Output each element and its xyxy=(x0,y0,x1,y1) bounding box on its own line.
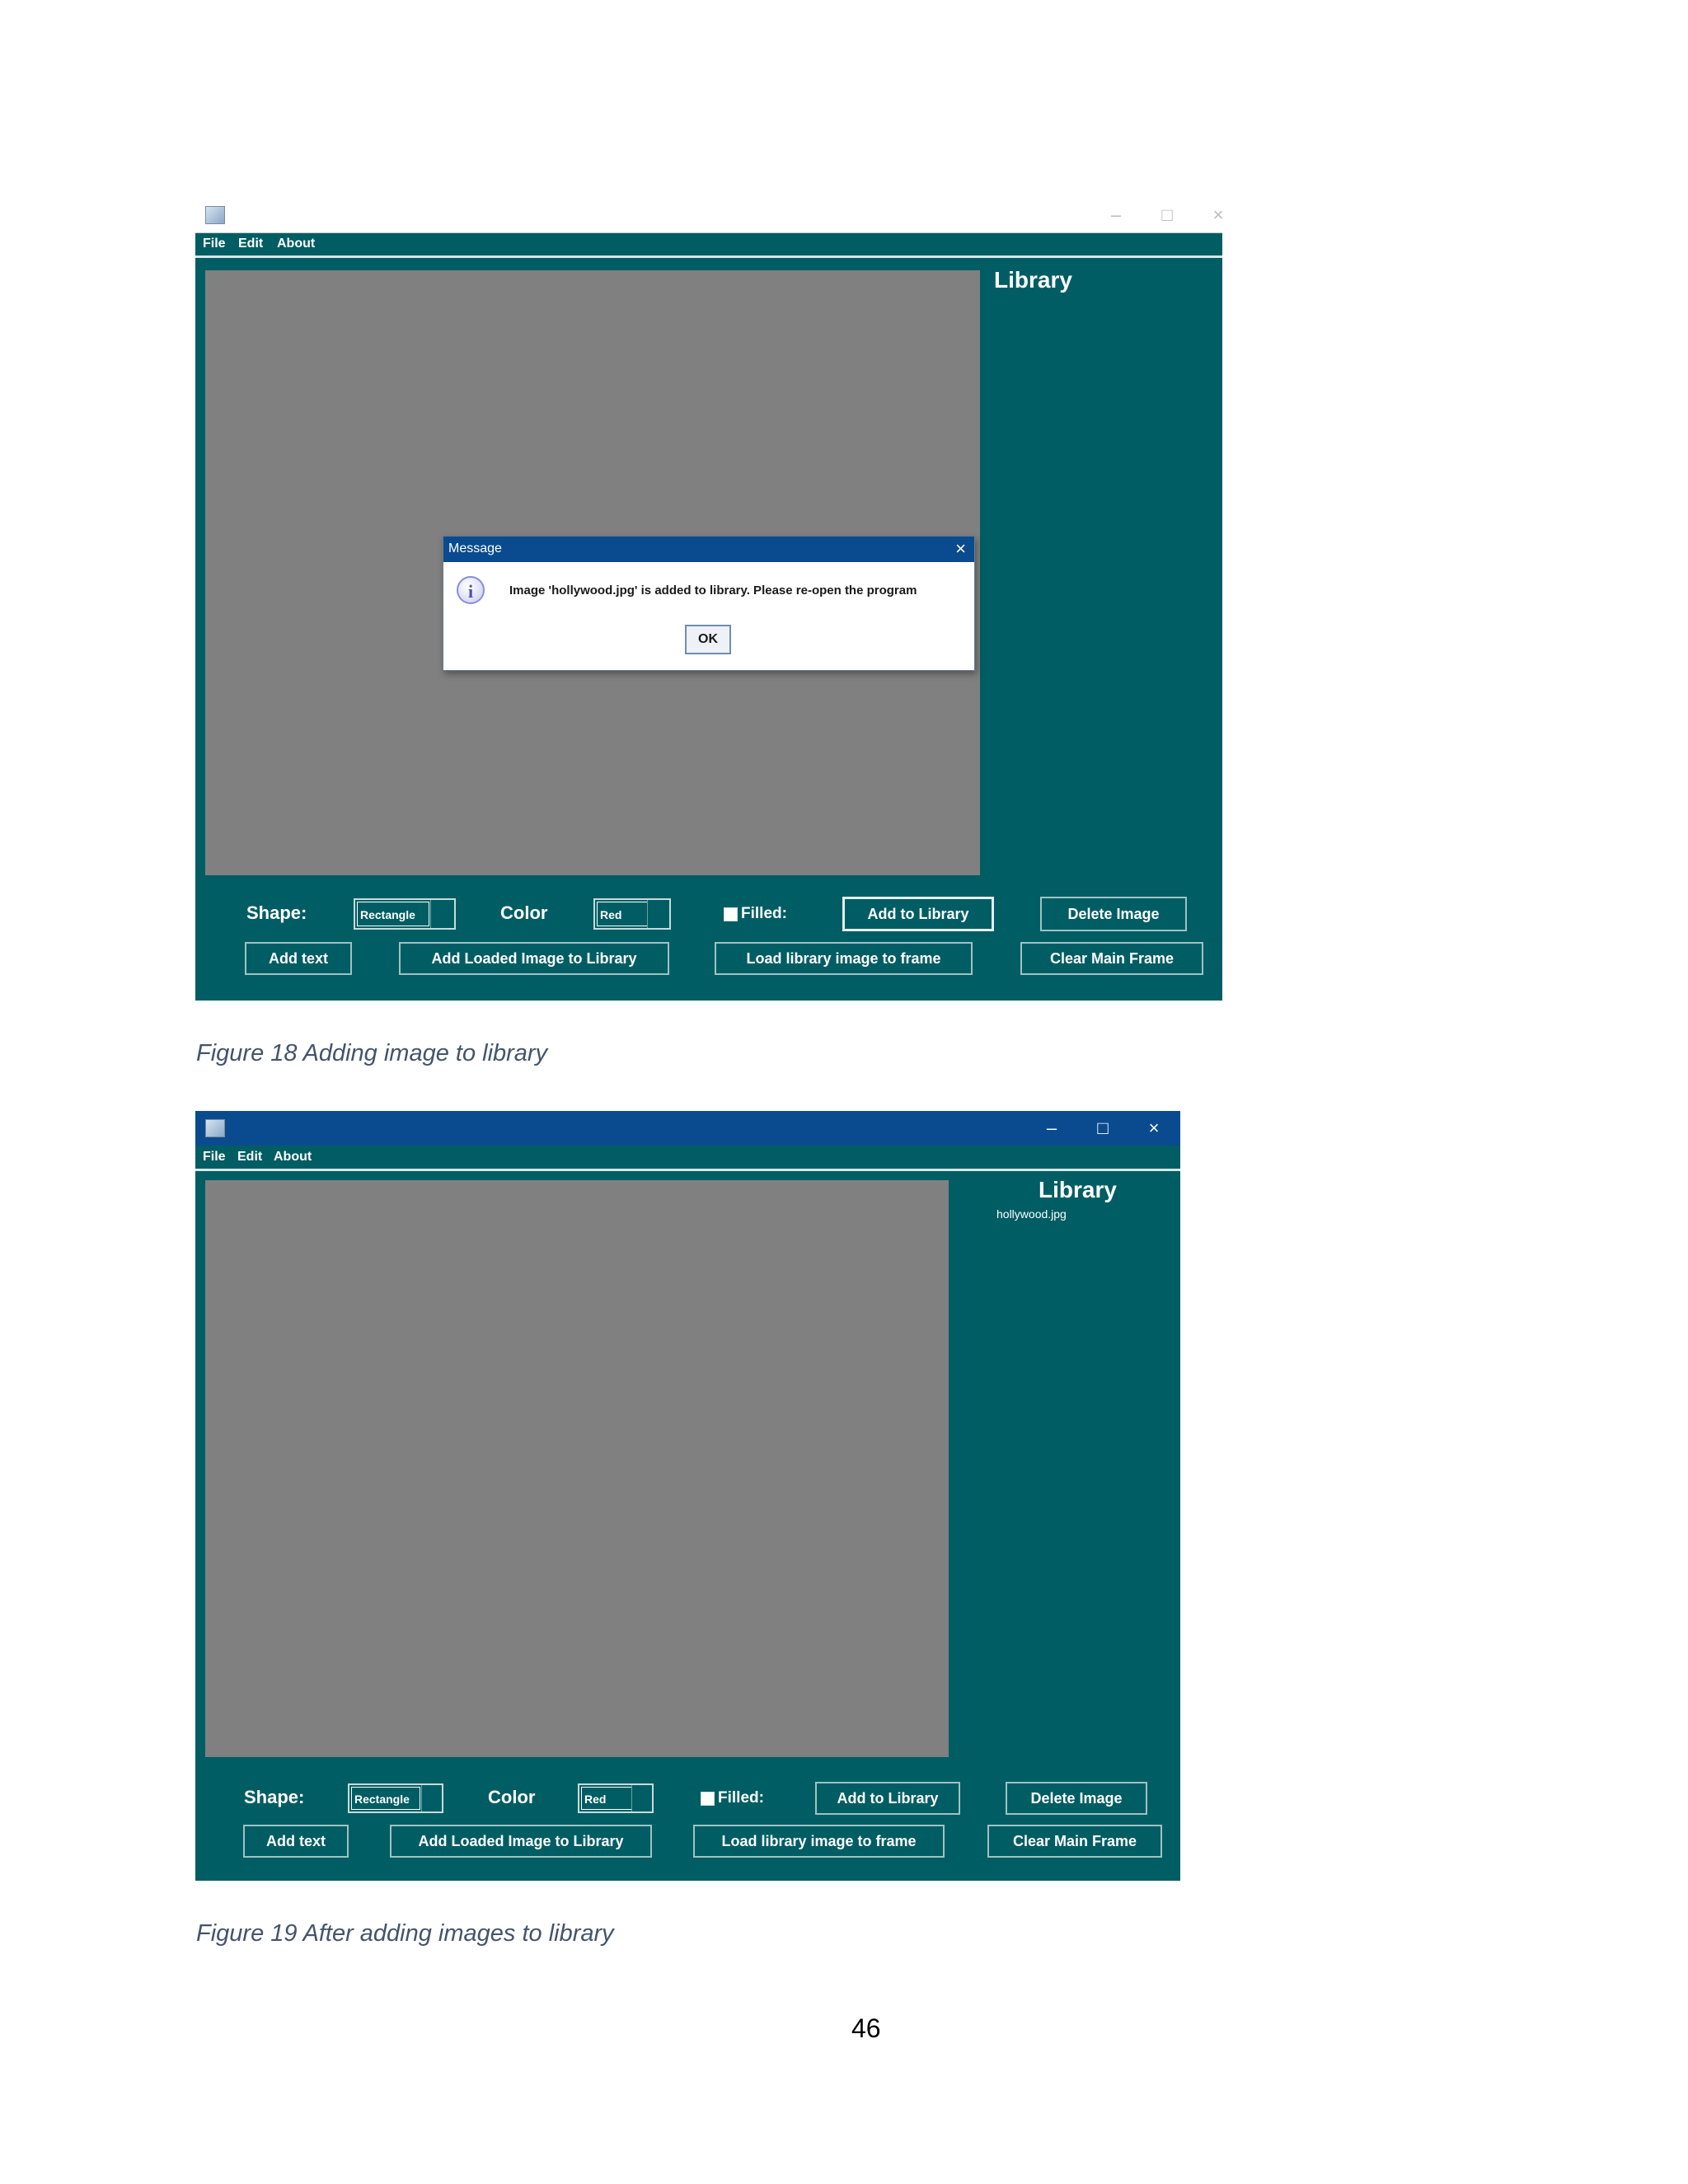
menu-file[interactable]: File xyxy=(203,237,226,251)
dialog-message: Image 'hollywood.jpg' is added to librar… xyxy=(509,583,917,598)
filled-label: Filled: xyxy=(741,905,787,922)
shape-select-value: Rectangle xyxy=(351,1787,420,1810)
shape-select-value: Rectangle xyxy=(357,902,429,926)
menu-edit[interactable]: Edit xyxy=(238,237,263,251)
dropdown-arrow-icon xyxy=(647,900,669,928)
filled-checkbox[interactable] xyxy=(724,907,738,921)
add-to-library-button[interactable]: Add to Library xyxy=(815,1782,960,1815)
dialog-title: Message xyxy=(448,541,502,555)
shape-label: Shape: xyxy=(246,902,307,923)
color-select[interactable]: Red xyxy=(593,898,671,930)
ok-button[interactable]: OK xyxy=(685,625,731,654)
figure-19-caption: Figure 19 After adding images to library xyxy=(196,1920,614,1947)
add-loaded-image-button[interactable]: Add Loaded Image to Library xyxy=(390,1825,652,1858)
color-label: Color xyxy=(500,902,548,923)
library-title: Library xyxy=(994,267,1072,293)
load-library-image-button[interactable]: Load library image to frame xyxy=(715,942,973,975)
message-dialog: Message × i Image 'hollywood.jpg' is add… xyxy=(443,536,975,671)
window-titlebar: – □ × xyxy=(195,198,1222,233)
add-loaded-image-button[interactable]: Add Loaded Image to Library xyxy=(399,942,669,975)
minimize-button[interactable]: – xyxy=(1090,198,1142,232)
load-library-image-button[interactable]: Load library image to frame xyxy=(693,1825,945,1858)
shape-select[interactable]: Rectangle xyxy=(354,898,456,930)
menu-file[interactable]: File xyxy=(203,1150,226,1165)
menu-edit[interactable]: Edit xyxy=(237,1150,262,1165)
close-button[interactable]: × xyxy=(1193,198,1222,232)
shape-label: Shape: xyxy=(244,1787,305,1807)
figure-18-screenshot: – □ × File Edit About Library Message × … xyxy=(195,198,1222,1001)
color-select[interactable]: Red xyxy=(578,1783,654,1813)
color-select-value: Red xyxy=(597,902,648,926)
dropdown-arrow-icon xyxy=(430,900,454,928)
filled-checkbox[interactable] xyxy=(701,1792,715,1806)
dropdown-arrow-icon xyxy=(631,1785,652,1811)
add-text-button[interactable]: Add text xyxy=(243,1825,349,1858)
library-title: Library xyxy=(1039,1177,1117,1202)
color-label: Color xyxy=(488,1787,536,1807)
shape-select[interactable]: Rectangle xyxy=(348,1783,443,1813)
minimize-button[interactable]: – xyxy=(1026,1111,1077,1146)
clear-main-frame-button[interactable]: Clear Main Frame xyxy=(987,1825,1162,1858)
menu-bar: File Edit About xyxy=(195,232,1222,258)
menu-bar: File Edit About xyxy=(195,1146,1180,1171)
window-titlebar: – □ × xyxy=(195,1111,1180,1146)
dialog-titlebar: Message × xyxy=(443,537,974,562)
add-to-library-button[interactable]: Add to Library xyxy=(842,897,994,931)
dropdown-arrow-icon xyxy=(421,1785,442,1811)
page-number: 46 xyxy=(851,2013,881,2043)
color-select-value: Red xyxy=(581,1787,632,1810)
maximize-button[interactable]: □ xyxy=(1142,198,1193,232)
menu-about[interactable]: About xyxy=(274,1150,312,1165)
library-item[interactable]: hollywood.jpg xyxy=(996,1207,1067,1221)
figure-19-screenshot: – □ × File Edit About Library hollywood.… xyxy=(195,1111,1180,1881)
app-icon xyxy=(205,1119,225,1137)
delete-image-button[interactable]: Delete Image xyxy=(1040,897,1187,931)
delete-image-button[interactable]: Delete Image xyxy=(1006,1782,1147,1815)
filled-label: Filled: xyxy=(718,1789,764,1807)
add-text-button[interactable]: Add text xyxy=(245,942,352,975)
info-icon: i xyxy=(457,576,485,604)
menu-about[interactable]: About xyxy=(277,237,315,251)
main-canvas[interactable] xyxy=(205,1180,949,1757)
figure-18-caption: Figure 18 Adding image to library xyxy=(196,1040,548,1066)
dialog-close-icon[interactable]: × xyxy=(955,538,966,560)
app-icon xyxy=(205,206,225,224)
maximize-button[interactable]: □ xyxy=(1077,1111,1128,1146)
clear-main-frame-button[interactable]: Clear Main Frame xyxy=(1020,942,1203,975)
close-button[interactable]: × xyxy=(1128,1111,1179,1146)
